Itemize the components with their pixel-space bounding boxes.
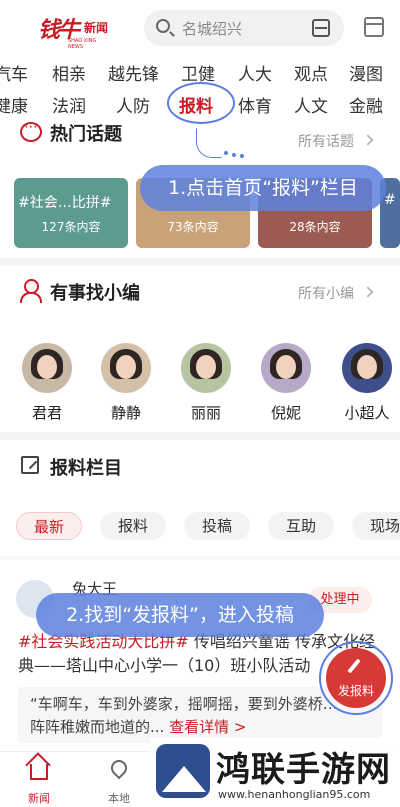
- top-bar: 钱牛 新闻 SHAO XING NEWS 名城绍兴: [0, 0, 400, 56]
- avatar-face: [357, 355, 377, 379]
- all-editors-link[interactable]: 所有小编: [298, 283, 354, 303]
- section-divider: [0, 258, 400, 266]
- nav-item[interactable]: 越先锋: [108, 60, 159, 85]
- tab-local[interactable]: 本地: [89, 752, 149, 807]
- editor-name[interactable]: 丽丽: [176, 402, 236, 423]
- annotation-step1-bubble: 1.点击首页“报料”栏目: [140, 165, 386, 211]
- avatar[interactable]: [181, 343, 231, 393]
- topic-card[interactable]: #社会…比拼# 127条内容: [14, 178, 128, 248]
- annotation-dot: [224, 151, 228, 155]
- editor-name[interactable]: 君君: [17, 402, 77, 423]
- nav-item[interactable]: 健康: [0, 92, 28, 117]
- watermark-logo: [156, 744, 210, 798]
- filter-chip-latest[interactable]: 最新: [16, 512, 82, 540]
- filter-chip[interactable]: 互助: [268, 512, 334, 540]
- nav-item[interactable]: 相亲: [52, 60, 86, 85]
- tab-label: 新闻: [28, 792, 50, 805]
- person-icon: [20, 279, 42, 303]
- logo-word: 新闻: [84, 21, 109, 35]
- all-topics-link[interactable]: 所有话题: [298, 131, 354, 151]
- view-details-link[interactable]: 查看详情 >: [169, 718, 246, 736]
- filter-chip[interactable]: 投稿: [184, 512, 250, 540]
- watermark-title: 鸿联手游网: [216, 750, 391, 790]
- nav-item[interactable]: 法润: [52, 92, 86, 117]
- nav-item[interactable]: 体育: [238, 92, 272, 117]
- post-quote: “车啊车，车到外婆家，摇啊摇，要到外婆桥…”一阵阵稚嫩而地道的... 查看详情 …: [30, 693, 370, 739]
- submit-report-button[interactable]: 发报料: [326, 648, 386, 708]
- report-column-title: 报料栏目: [50, 458, 122, 479]
- search-bar[interactable]: 名城绍兴: [144, 10, 344, 46]
- avatar-face: [37, 355, 57, 379]
- annotation-highlight-circle: [167, 82, 235, 124]
- avatar[interactable]: [22, 343, 72, 393]
- chevron-right-icon: [362, 286, 374, 298]
- annotation-dot: [232, 153, 236, 157]
- nav-item[interactable]: 漫图: [349, 60, 383, 85]
- annotation-arrow: [196, 128, 222, 158]
- logo-subtitle: SHAO XING NEWS: [68, 38, 97, 50]
- filter-chip[interactable]: 报料: [100, 512, 166, 540]
- watermark-url: www.henanhonglian95.com: [218, 788, 371, 801]
- location-pin-icon: [107, 756, 131, 780]
- nav-item[interactable]: 汽车: [0, 60, 28, 85]
- search-placeholder: 名城绍兴: [182, 20, 243, 38]
- nav-item[interactable]: 人防: [116, 92, 150, 117]
- nav-item[interactable]: 金融: [349, 92, 383, 117]
- topic-title: #社会…比拼#: [18, 195, 112, 211]
- hot-topics-title: 热门话题: [50, 124, 122, 145]
- topic-count: 127条内容: [41, 220, 101, 234]
- watermark: 鸿联手游网 www.henanhonglian95.com: [150, 738, 400, 807]
- annotation-dot: [240, 154, 244, 158]
- search-icon: [156, 19, 170, 33]
- avatar[interactable]: [261, 343, 311, 393]
- pen-icon: [347, 658, 361, 674]
- section-divider: [0, 432, 400, 440]
- tab-label: 本地: [108, 792, 130, 805]
- topic-title: #: [384, 192, 396, 208]
- nav-item[interactable]: 观点: [294, 60, 328, 85]
- chat-icon: [20, 119, 42, 142]
- topic-count: 28条内容: [289, 220, 341, 234]
- avatar-face: [196, 355, 216, 379]
- editors-title: 有事找小编: [50, 283, 140, 304]
- tab-news[interactable]: 新闻: [9, 752, 69, 807]
- home-icon: [30, 764, 48, 780]
- chevron-right-icon: [362, 134, 374, 146]
- editor-name[interactable]: 小超人: [337, 402, 397, 423]
- filter-chip[interactable]: 现场: [352, 512, 400, 540]
- annotation-step2-bubble: 2.找到“发报料”，进入投稿: [36, 593, 324, 637]
- avatar[interactable]: [342, 343, 392, 393]
- app-logo[interactable]: 钱牛 新闻 SHAO XING NEWS: [38, 12, 110, 50]
- section-divider: [0, 556, 400, 560]
- avatar-face: [276, 355, 296, 379]
- avatar[interactable]: [101, 343, 151, 393]
- avatar-face: [116, 355, 136, 379]
- topic-count: 73条内容: [167, 220, 219, 234]
- scan-icon[interactable]: [312, 19, 330, 37]
- edit-icon: [21, 456, 39, 474]
- nav-item[interactable]: 人文: [294, 92, 328, 117]
- store-icon[interactable]: [364, 17, 384, 37]
- editor-name[interactable]: 静静: [96, 402, 156, 423]
- nav-item[interactable]: 人大: [238, 60, 272, 85]
- editor-name[interactable]: 倪妮: [256, 402, 316, 423]
- submit-report-label: 发报料: [337, 684, 374, 698]
